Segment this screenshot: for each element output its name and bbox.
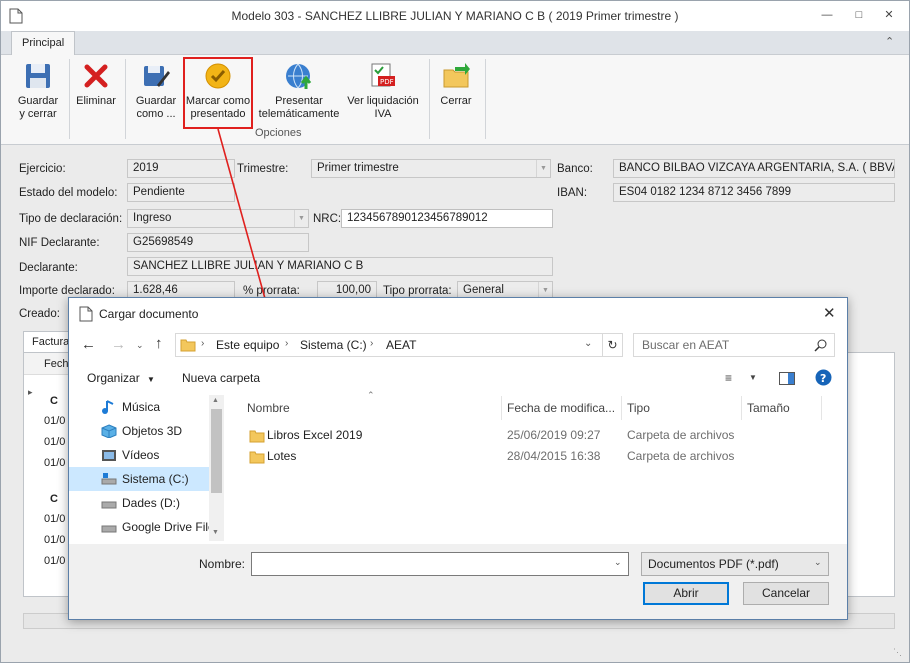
drive-icon xyxy=(101,525,117,533)
column-divider xyxy=(821,396,822,420)
breadcrumb-separator-icon: › xyxy=(370,338,374,349)
dialog-footer: Nombre: ⌄ Documentos PDF (*.pdf) ⌄ Abrir… xyxy=(69,544,847,619)
document-icon xyxy=(79,306,93,322)
open-button[interactable]: Abrir xyxy=(643,582,729,605)
up-icon[interactable]: ↑ xyxy=(155,335,163,352)
filename-input[interactable]: ⌄ xyxy=(251,552,629,576)
organize-menu[interactable]: Organizar ▼ xyxy=(87,371,155,385)
drive-icon xyxy=(101,473,117,485)
search-icon xyxy=(814,339,827,352)
folder-icon xyxy=(180,339,196,352)
address-dropdown-icon[interactable]: ⌄ xyxy=(584,338,592,349)
load-document-dialog: Cargar documento ✕ ← → ⌄ ↑ › Este equipo… xyxy=(68,297,848,620)
filename-label: Nombre: xyxy=(199,557,246,571)
nav-item-sistema-c[interactable]: Sistema (C:) xyxy=(69,467,209,491)
dialog-title: Cargar documento xyxy=(99,307,199,321)
nav-item-google-drive[interactable]: Google Drive File xyxy=(69,515,209,539)
nav-item-videos[interactable]: Vídeos xyxy=(69,443,209,467)
column-tipo[interactable]: Tipo xyxy=(627,401,650,415)
address-bar[interactable]: › Este equipo › Sistema (C:) › AEAT ⌄ ↻ xyxy=(175,333,623,357)
refresh-icon[interactable]: ↻ xyxy=(602,334,622,356)
video-icon xyxy=(102,450,116,461)
column-divider xyxy=(501,396,502,420)
file-row[interactable]: Libros Excel 2019 25/06/2019 09:27 Carpe… xyxy=(247,425,817,446)
svg-text:?: ? xyxy=(820,372,826,385)
help-icon[interactable]: ? xyxy=(815,369,832,386)
breadcrumb-separator-icon: › xyxy=(201,338,205,349)
file-row[interactable]: Lotes 28/04/2015 16:38 Carpeta de archiv… xyxy=(247,446,817,467)
chevron-down-icon[interactable]: ▼ xyxy=(749,373,757,382)
search-input[interactable]: Buscar en AEAT xyxy=(633,333,835,357)
folder-icon xyxy=(249,451,265,464)
chevron-down-icon: ▼ xyxy=(147,375,155,384)
sort-indicator-icon: ⌃ xyxy=(367,390,375,400)
column-nombre[interactable]: Nombre xyxy=(247,401,290,415)
cube-icon xyxy=(101,424,117,438)
close-icon[interactable]: ✕ xyxy=(823,304,836,322)
column-divider xyxy=(621,396,622,420)
folder-icon xyxy=(249,430,265,443)
music-icon xyxy=(102,400,114,414)
nav-scrollbar[interactable]: ▲ ▼ xyxy=(209,395,224,541)
file-type-select[interactable]: Documentos PDF (*.pdf) ⌄ xyxy=(641,552,829,576)
breadcrumb-aeat[interactable]: AEAT xyxy=(386,338,416,352)
forward-icon[interactable]: → xyxy=(111,336,126,353)
breadcrumb-separator-icon: › xyxy=(285,338,289,349)
nav-item-objetos-3d[interactable]: Objetos 3D xyxy=(69,419,209,443)
chevron-down-icon[interactable]: ⌄ xyxy=(614,557,622,568)
preview-pane-icon[interactable] xyxy=(779,372,795,385)
nav-scrollbar-thumb[interactable] xyxy=(211,409,222,493)
nav-item-dades-d[interactable]: Dades (D:) xyxy=(69,491,209,515)
cancel-button[interactable]: Cancelar xyxy=(743,582,829,605)
nav-item-musica[interactable]: Música xyxy=(69,395,209,419)
breadcrumb-este-equipo[interactable]: Este equipo xyxy=(216,338,279,352)
scroll-up-icon[interactable]: ▲ xyxy=(212,397,219,404)
back-icon[interactable]: ← xyxy=(81,336,96,353)
chevron-down-icon: ⌄ xyxy=(814,557,822,567)
search-placeholder: Buscar en AEAT xyxy=(642,338,730,352)
column-fecha[interactable]: Fecha de modifica... xyxy=(507,401,615,415)
column-tamano[interactable]: Tamaño xyxy=(747,401,790,415)
new-folder-button[interactable]: Nueva carpeta xyxy=(182,371,260,385)
history-dropdown-icon[interactable]: ⌄ xyxy=(136,340,144,351)
breadcrumb-sistema[interactable]: Sistema (C:) xyxy=(300,338,367,352)
drive-icon xyxy=(101,501,117,509)
scroll-down-icon[interactable]: ▼ xyxy=(212,529,219,536)
column-divider xyxy=(741,396,742,420)
view-options-icon[interactable]: ≡ xyxy=(725,371,732,385)
